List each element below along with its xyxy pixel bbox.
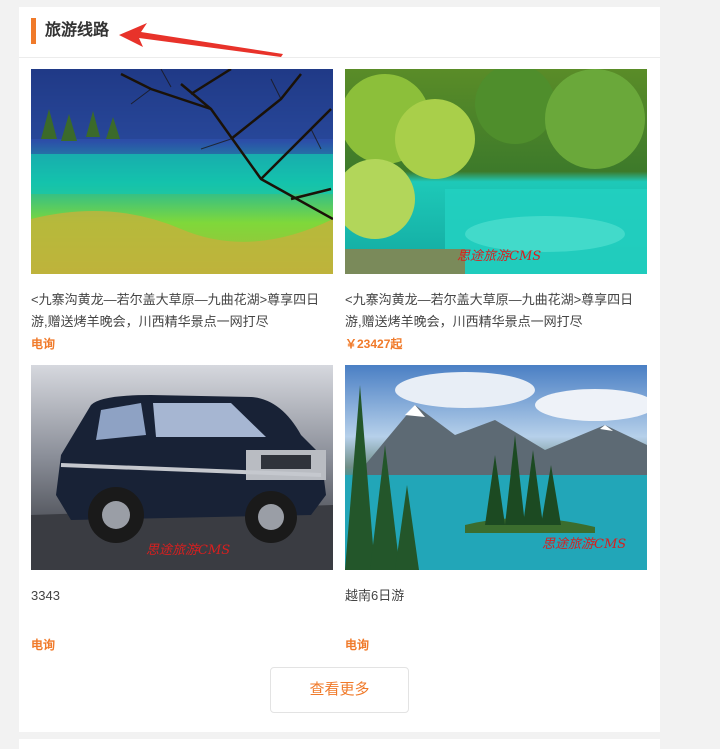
route-title[interactable]: <九寨沟黄龙—若尔盖大草原—九曲花湖>尊享四日游,赠送烤羊晚会，川西精华景点一网… <box>345 289 647 333</box>
route-price: 电询 <box>31 638 56 652</box>
next-panel-edge <box>19 739 660 749</box>
route-image-2[interactable]: 思途旅游CMS <box>345 69 647 274</box>
route-price: ￥23427起 <box>345 337 403 351</box>
route-image-1[interactable] <box>31 69 333 274</box>
section-header: 旅游线路 <box>19 7 660 58</box>
title-accent-bar <box>31 18 36 44</box>
watermark-text: 思途旅游CMS <box>542 537 627 552</box>
route-image-3[interactable]: 思途旅游CMS <box>31 365 333 570</box>
route-title[interactable]: <九寨沟黄龙—若尔盖大草原—九曲花湖>尊享四日游,赠送烤羊晚会，川西精华景点一网… <box>31 289 333 333</box>
route-price: 电询 <box>345 638 370 652</box>
travel-routes-panel: 旅游线路 <九寨沟黄龙—若尔盖大草原—九曲花湖>尊享四日游,赠送烤羊晚会，川西精… <box>19 7 660 732</box>
annotation-arrow-icon <box>119 23 283 57</box>
route-title[interactable]: 3343 <box>31 585 333 607</box>
route-image-4[interactable]: 思途旅游CMS <box>345 365 647 570</box>
route-price: 电询 <box>31 337 56 351</box>
route-card-3[interactable]: 思途旅游CMS 3343 电询 <box>31 365 333 652</box>
route-title[interactable]: 越南6日游 <box>345 585 647 607</box>
view-more-button[interactable]: 查看更多 <box>270 667 409 713</box>
watermark-text: 思途旅游CMS <box>457 249 542 264</box>
watermark-text: 思途旅游CMS <box>146 543 231 558</box>
section-title: 旅游线路 <box>45 22 110 39</box>
route-card-2[interactable]: 思途旅游CMS <九寨沟黄龙—若尔盖大草原—九曲花湖>尊享四日游,赠送烤羊晚会，… <box>345 69 647 351</box>
route-card-1[interactable]: <九寨沟黄龙—若尔盖大草原—九曲花湖>尊享四日游,赠送烤羊晚会，川西精华景点一网… <box>31 69 333 351</box>
route-card-4[interactable]: 思途旅游CMS 越南6日游 电询 <box>345 365 647 652</box>
